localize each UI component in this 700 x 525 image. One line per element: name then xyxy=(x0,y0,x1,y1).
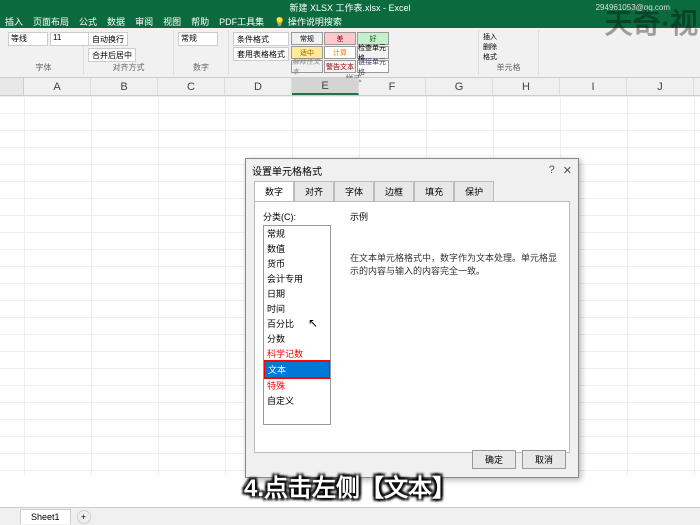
cat-scientific[interactable]: 科学记数 xyxy=(264,346,330,361)
menu-pdf[interactable]: PDF工具集 xyxy=(219,15,264,28)
sample-label: 示例 xyxy=(350,210,368,223)
menu-formulas[interactable]: 公式 xyxy=(79,15,97,28)
menu-view[interactable]: 视图 xyxy=(163,15,181,28)
menu-layout[interactable]: 页面布局 xyxy=(33,15,69,28)
cat-percent[interactable]: 百分比 xyxy=(264,316,330,331)
style-warn[interactable]: 警告文本 xyxy=(324,60,356,73)
col-C[interactable]: C xyxy=(158,78,225,95)
table-format-button[interactable]: 套用表格格式 xyxy=(233,47,289,61)
dialog-body: 分类(C): 常规 数值 货币 会计专用 日期 时间 百分比 分数 科学记数 文… xyxy=(254,201,570,453)
menu-data[interactable]: 数据 xyxy=(107,15,125,28)
col-D[interactable]: D xyxy=(225,78,292,95)
ribbon-group-number: 常规 数字 xyxy=(174,30,229,75)
col-F[interactable]: F xyxy=(359,78,426,95)
sheet-tabs: Sheet1 + xyxy=(0,507,700,525)
category-label: 分类(C): xyxy=(263,210,561,223)
tab-fill[interactable]: 填充 xyxy=(414,181,454,201)
format-cells-dialog: 设置单元格格式 ? ✕ 数字 对齐 字体 边框 填充 保护 分类(C): 常规 … xyxy=(245,158,579,478)
tab-border[interactable]: 边框 xyxy=(374,181,414,201)
style-bad[interactable]: 差 xyxy=(324,32,356,45)
menu-bar: 插入 页面布局 公式 数据 审阅 视图 帮助 PDF工具集 💡 操作说明搜索 xyxy=(0,14,700,28)
col-E[interactable]: E xyxy=(292,78,359,95)
col-J[interactable]: J xyxy=(627,78,694,95)
menu-help[interactable]: 帮助 xyxy=(191,15,209,28)
dialog-close-icon[interactable]: ✕ xyxy=(563,164,572,177)
add-sheet-button[interactable]: + xyxy=(77,510,91,524)
cat-text[interactable]: 文本 xyxy=(263,360,331,379)
menu-insert[interactable]: 插入 xyxy=(5,15,23,28)
cat-custom[interactable]: 自定义 xyxy=(264,393,330,408)
window-title: 新建 XLSX 工作表.xlsx - Excel xyxy=(289,1,410,14)
style-linked[interactable]: 链接单元格 xyxy=(357,60,389,73)
insert-button[interactable]: 插入 xyxy=(483,32,497,42)
cat-time[interactable]: 时间 xyxy=(264,301,330,316)
cond-format-button[interactable]: 条件格式 xyxy=(233,32,289,46)
ribbon-group-font: 等线 11 字体 xyxy=(4,30,84,75)
dialog-help-icon[interactable]: ? xyxy=(549,164,555,177)
cat-accounting[interactable]: 会计专用 xyxy=(264,271,330,286)
style-calc[interactable]: 计算 xyxy=(324,46,356,59)
delete-button[interactable]: 删除 xyxy=(483,42,497,52)
watermark: 天奇·视 xyxy=(605,2,698,42)
cat-fraction[interactable]: 分数 xyxy=(264,331,330,346)
menu-review[interactable]: 审阅 xyxy=(135,15,153,28)
style-normal[interactable]: 常规 xyxy=(291,32,323,45)
col-G[interactable]: G xyxy=(426,78,493,95)
title-bar: 新建 XLSX 工作表.xlsx - Excel 294961053@qq.co… xyxy=(0,0,700,14)
cat-general[interactable]: 常规 xyxy=(264,226,330,241)
column-headers: A B C D E F G H I J xyxy=(0,78,700,96)
style-explain[interactable]: 解释性文本 xyxy=(291,60,323,73)
ribbon-group-styles: 条件格式 套用表格格式 常规 差 好 适中 计算 检查单元格 解释性文本 警告文… xyxy=(229,30,479,75)
dialog-title: 设置单元格格式 xyxy=(252,163,322,178)
cancel-button[interactable]: 取消 xyxy=(522,450,566,469)
dialog-titlebar: 设置单元格格式 ? ✕ xyxy=(246,159,578,181)
cat-date[interactable]: 日期 xyxy=(264,286,330,301)
cat-number[interactable]: 数值 xyxy=(264,241,330,256)
wrap-text-button[interactable]: 自动换行 xyxy=(88,32,128,46)
ok-button[interactable]: 确定 xyxy=(472,450,516,469)
cat-special[interactable]: 特殊 xyxy=(264,378,330,393)
col-A[interactable]: A xyxy=(24,78,91,95)
tutorial-caption: 4.点击左侧【文本】 xyxy=(0,468,700,503)
merge-center-button[interactable]: 合并后居中 xyxy=(88,48,136,62)
format-description: 在文本单元格格式中，数字作为文本处理。单元格显示的内容与输入的内容完全一致。 xyxy=(350,252,559,277)
tell-me[interactable]: 💡 操作说明搜索 xyxy=(274,15,342,28)
col-I[interactable]: I xyxy=(560,78,627,95)
select-all-corner[interactable] xyxy=(0,78,24,95)
ribbon: 等线 11 字体 自动换行 合并后居中 对齐方式 常规 数字 条件格式 套用表格… xyxy=(0,28,700,78)
ribbon-group-align: 自动换行 合并后居中 对齐方式 xyxy=(84,30,174,75)
sheet-tab-1[interactable]: Sheet1 xyxy=(20,509,71,524)
cat-currency[interactable]: 货币 xyxy=(264,256,330,271)
format-button[interactable]: 格式 xyxy=(483,52,497,62)
number-format-select[interactable]: 常规 xyxy=(178,32,218,46)
tab-protect[interactable]: 保护 xyxy=(454,181,494,201)
tab-font[interactable]: 字体 xyxy=(334,181,374,201)
dialog-tabs: 数字 对齐 字体 边框 填充 保护 xyxy=(246,181,578,201)
font-select[interactable]: 等线 xyxy=(8,32,48,46)
category-list[interactable]: 常规 数值 货币 会计专用 日期 时间 百分比 分数 科学记数 文本 特殊 自定… xyxy=(263,225,331,425)
tab-align[interactable]: 对齐 xyxy=(294,181,334,201)
col-H[interactable]: H xyxy=(493,78,560,95)
ribbon-group-cells: 插入 删除 格式 单元格 xyxy=(479,30,539,75)
tab-number[interactable]: 数字 xyxy=(254,181,294,201)
col-B[interactable]: B xyxy=(91,78,158,95)
